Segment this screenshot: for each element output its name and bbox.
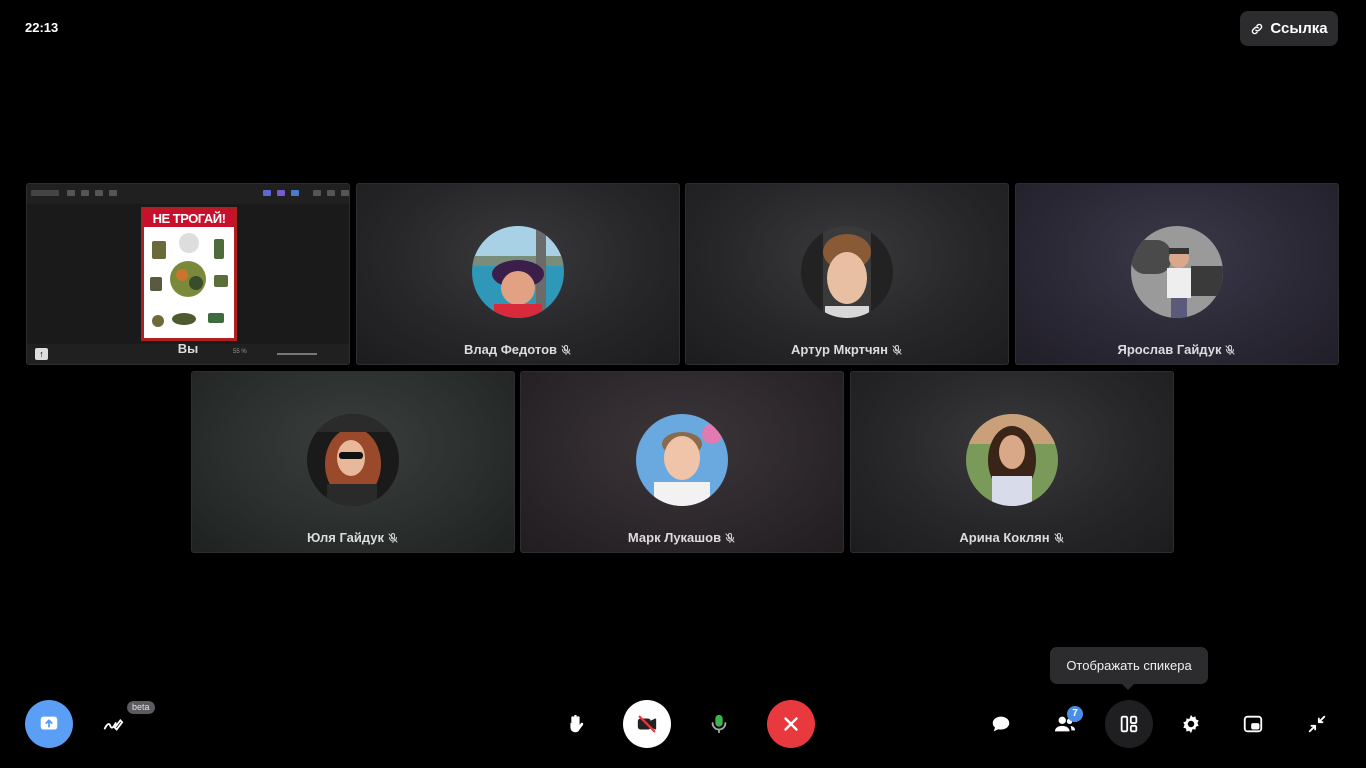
participant-tile[interactable]: Марк Лукашов (520, 371, 844, 553)
avatar (1131, 226, 1223, 318)
participant-name: Марк Лукашов (521, 530, 843, 545)
participant-tile[interactable]: Арина Коклян (850, 371, 1174, 553)
end-call-button[interactable] (767, 700, 815, 748)
beta-badge: beta (127, 701, 155, 714)
participant-name-label: Влад Федотов (463, 342, 558, 357)
participant-name: Юля Гайдук (192, 530, 514, 545)
mic-off-icon (387, 532, 399, 544)
poster-illustration (150, 233, 228, 327)
avatar (801, 226, 893, 318)
avatar (307, 414, 399, 506)
minimize-icon (1308, 715, 1326, 733)
mic-off-icon (560, 344, 572, 356)
participant-name-label: Юля Гайдук (306, 530, 385, 545)
participants-button[interactable] (1041, 700, 1089, 748)
participant-name-label: Ярослав Гайдук (1117, 342, 1222, 357)
participant-tile[interactable]: Юля Гайдук (191, 371, 515, 553)
copy-link-button[interactable]: Ссылка (1240, 11, 1338, 46)
link-icon (1252, 23, 1263, 34)
shared-poster: НЕ ТРОГАЙ! (141, 207, 237, 341)
participant-tile[interactable]: Артур Мкртчян (685, 183, 1009, 365)
picture-in-picture-button[interactable] (1229, 700, 1277, 748)
minimize-button[interactable] (1293, 700, 1341, 748)
pip-icon (1243, 715, 1263, 733)
layout-icon (1120, 715, 1138, 733)
participant-name: Артур Мкртчян (686, 342, 1008, 357)
participant-name: Ярослав Гайдук (1016, 342, 1338, 357)
end-call-icon (784, 717, 798, 731)
poster-title: НЕ ТРОГАЙ! (144, 210, 234, 227)
participant-tile[interactable]: Ярослав Гайдук (1015, 183, 1339, 365)
participant-name: Арина Коклян (851, 530, 1173, 545)
participants-count-badge: 7 (1067, 706, 1083, 722)
chat-icon (992, 716, 1010, 732)
raise-hand-button[interactable] (551, 700, 599, 748)
participant-name-label: Вы (177, 341, 199, 356)
settings-button[interactable] (1167, 700, 1215, 748)
participant-name-label: Арина Коклян (959, 530, 1050, 545)
mic-off-icon (724, 532, 736, 544)
avatar (472, 226, 564, 318)
mic-icon (711, 714, 727, 734)
camera-toggle-button[interactable] (623, 700, 671, 748)
layout-tooltip: Отображать спикера (1050, 647, 1208, 690)
avatar (636, 414, 728, 506)
copy-link-label: Ссылка (1270, 20, 1328, 37)
participant-name-label: Марк Лукашов (627, 530, 722, 545)
microphone-button[interactable] (695, 700, 743, 748)
clock: 22:13 (25, 20, 59, 35)
mic-off-icon (891, 344, 903, 356)
camera-off-icon (637, 715, 657, 733)
mic-off-icon (1053, 532, 1065, 544)
screen-share-icon (40, 716, 58, 730)
mic-off-icon (1224, 344, 1236, 356)
raise-hand-icon (570, 714, 584, 733)
chat-button[interactable] (977, 700, 1025, 748)
participant-name-self: Вы (27, 341, 349, 356)
settings-icon (1183, 714, 1199, 734)
layout-button[interactable] (1105, 700, 1153, 748)
screen-share-button[interactable] (25, 700, 73, 748)
avatar (966, 414, 1058, 506)
participant-tile-self[interactable]: НЕ ТРОГАЙ! ↑ 55 % Вы (26, 183, 350, 365)
participant-tile[interactable]: Влад Федотов (356, 183, 680, 365)
participant-name-label: Артур Мкртчян (791, 342, 888, 357)
shared-browser-toolbar (27, 184, 349, 204)
participant-name: Влад Федотов (357, 342, 679, 357)
whiteboard-icon (103, 718, 124, 731)
